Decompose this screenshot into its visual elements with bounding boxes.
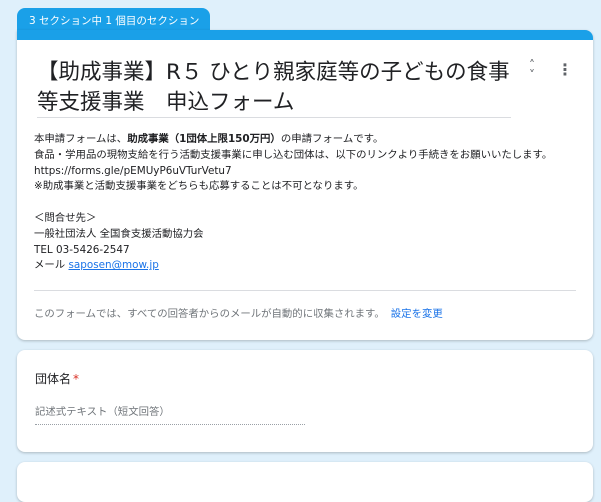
contact-mail: メール saposen@mow.jp (34, 259, 159, 272)
description-note: ※助成事業と活動支援事業をどちらも応募することは不可となります。 (34, 180, 364, 193)
form-title[interactable]: 【助成事業】R５ ひとり親家庭等の子どもの食事等支援事業 申込フォーム (37, 58, 515, 118)
title-underline (37, 117, 511, 118)
contact-org: 一般社団法人 全国食支援活動協力会 (34, 227, 204, 240)
next-question-card[interactable] (17, 462, 593, 502)
description-line-2: 食品・学用品の現物支給を行う活動支援事業に申し込む団体は、以下のリンクより手続き… (34, 148, 553, 161)
question-title[interactable]: 団体名 * (35, 370, 79, 387)
required-mark: * (73, 372, 80, 386)
form-description[interactable]: 本申請フォームは、助成事業（1団体上限150万円）の申請フォームです。 食品・学… (34, 132, 579, 274)
header-divider (34, 290, 576, 291)
short-answer-input[interactable] (35, 400, 305, 425)
description-line-1: 本申請フォームは、助成事業（1団体上限150万円）の申請フォームです。 (34, 133, 384, 145)
form-header-card[interactable]: 【助成事業】R５ ひとり親家庭等の子どもの食事等支援事業 申込フォーム ˄ ˅ ⋮… (17, 30, 593, 340)
email-collection-notice: このフォームでは、すべての回答者からのメールが自動的に収集されます。 設定を変更 (34, 308, 443, 320)
more-vert-icon[interactable]: ⋮ (557, 60, 573, 80)
change-settings-link[interactable]: 設定を変更 (391, 308, 443, 320)
contact-tel: TEL 03-5426-2547 (34, 243, 130, 256)
collapse-icon[interactable]: ˄ ˅ (523, 59, 541, 81)
question-card[interactable]: 団体名 * (17, 350, 593, 452)
contact-mail-link[interactable]: saposen@mow.jp (68, 259, 158, 271)
contact-heading: ＜問合せ先＞ (34, 211, 97, 224)
support-form-link: https://forms.gle/pEMUyP6uVTurVetu7 (34, 164, 232, 177)
